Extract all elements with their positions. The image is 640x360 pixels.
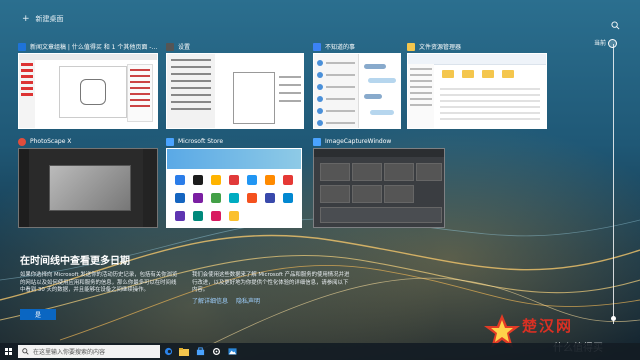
window-title: ImageCaptureWindow	[325, 138, 392, 145]
watermark-title: 楚汉网	[522, 317, 574, 335]
gear-icon	[166, 42, 174, 51]
window-thumbnail-settings[interactable]: 设置	[166, 40, 304, 129]
window-preview	[166, 53, 304, 129]
window-thumbnail-explorer[interactable]: 文件资源管理器	[407, 40, 547, 129]
window-preview	[18, 53, 158, 129]
store-icon[interactable]	[192, 343, 208, 360]
search-placeholder: 在这里输入你要搜索的内容	[33, 349, 106, 356]
timeline-search-icon[interactable]	[611, 21, 620, 32]
window-title: 新闻文章组稿 | 什么值得买 和 1 个其他页面 -…	[30, 44, 158, 51]
timeline-title: 在时间线中查看更多日期	[20, 256, 130, 267]
window-preview	[407, 53, 547, 129]
folder-icon[interactable]	[176, 343, 192, 360]
capture-icon	[313, 137, 321, 146]
window-title: 设置	[178, 44, 191, 51]
timeline-body-left: 如果你选择向 Microsoft 发送你的活动历史记录，包括有关你浏览的网站以及…	[20, 272, 178, 293]
window-preview	[313, 148, 445, 228]
window-preview	[313, 53, 401, 129]
new-desktop-button[interactable]: + 新建桌面	[22, 14, 64, 24]
window-thumbnail-store[interactable]: Microsoft Store	[166, 135, 302, 228]
yes-button[interactable]: 是	[20, 309, 56, 320]
window-title: PhotoScape X	[30, 138, 72, 145]
taskbar-search-box[interactable]: 在这里输入你要搜索的内容	[18, 345, 160, 358]
new-desktop-label: 新建桌面	[35, 15, 64, 23]
folder-icon	[407, 42, 415, 51]
timeline-scrubber-track[interactable]	[613, 44, 614, 324]
plus-icon: +	[22, 13, 30, 24]
chat-icon	[313, 42, 321, 51]
settings-icon[interactable]	[208, 343, 224, 360]
window-title: Microsoft Store	[178, 138, 224, 145]
window-thumbnail-chat[interactable]: 不知道的事	[313, 40, 401, 129]
window-title: 不知道的事	[325, 44, 356, 51]
search-icon	[22, 348, 29, 355]
window-preview	[18, 148, 158, 228]
browser-icon	[18, 42, 26, 51]
timeline-links: 了解详细信息 隐私声明	[192, 296, 260, 305]
learn-more-link[interactable]: 了解详细信息	[192, 296, 228, 305]
timeline-scrubber-knob[interactable]	[608, 39, 617, 48]
photo-icon[interactable]	[224, 343, 240, 360]
window-thumbnail-capture[interactable]: ImageCaptureWindow	[313, 135, 445, 228]
window-preview	[166, 148, 302, 228]
window-thumbnail-browser[interactable]: 新闻文章组稿 | 什么值得买 和 1 个其他页面 -…	[18, 40, 158, 129]
timeline-body-right: 我们会使用这些数据来了解 Microsoft 产品和服务的使用情况并进行改进，以…	[192, 272, 350, 293]
window-title: 文件资源管理器	[419, 44, 462, 51]
window-thumbnail-photoscape[interactable]: PhotoScape X	[18, 135, 158, 228]
windows-logo-icon	[4, 348, 12, 355]
timeline-now-label: 当前	[593, 40, 606, 47]
start-button[interactable]	[0, 343, 16, 360]
timeline-scrubber-end[interactable]	[611, 316, 616, 321]
photo-app-icon	[18, 137, 26, 146]
edge-icon[interactable]	[160, 343, 176, 360]
taskbar: 在这里输入你要搜索的内容	[0, 343, 640, 360]
store-icon	[166, 137, 174, 146]
privacy-link[interactable]: 隐私声明	[236, 296, 260, 305]
